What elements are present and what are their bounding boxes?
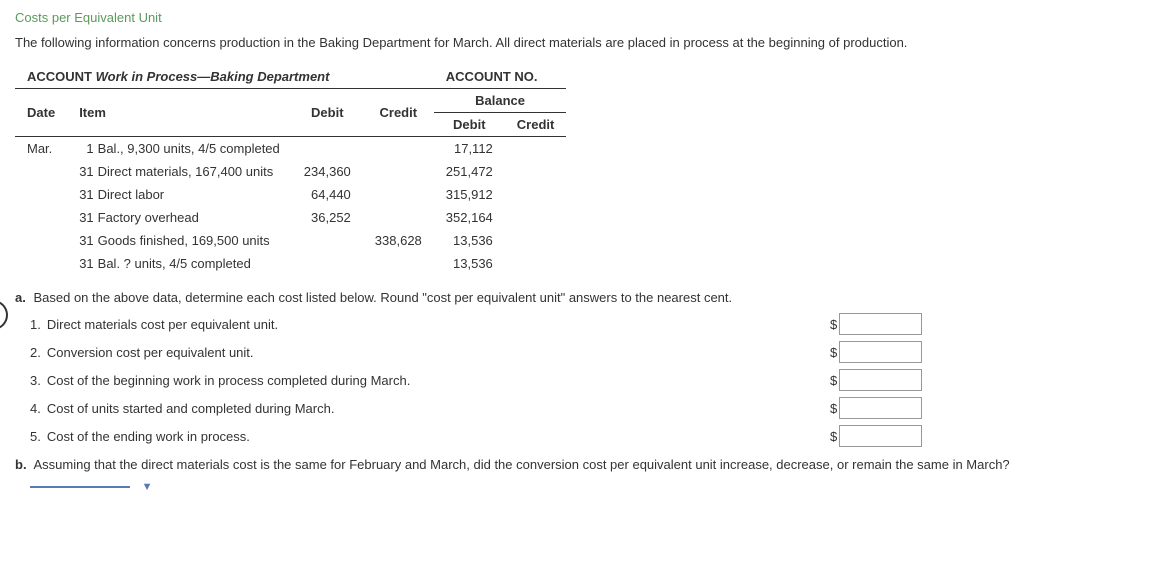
cell-balance-debit: 352,164 — [434, 206, 505, 229]
cell-day: 31 — [67, 183, 97, 206]
table-row: 31Goods finished, 169,500 units 338,62813… — [15, 229, 566, 252]
currency-symbol: $ — [830, 373, 837, 388]
cell-item: Factory overhead — [98, 206, 292, 229]
cell-debit: 234,360 — [292, 160, 363, 183]
cell-item: Direct labor — [98, 183, 292, 206]
table-row: 31Direct materials, 167,400 units234,360… — [15, 160, 566, 183]
cell-debit: 36,252 — [292, 206, 363, 229]
col-date: Date — [15, 89, 67, 137]
cell-balance-debit: 13,536 — [434, 229, 505, 252]
page-title: Costs per Equivalent Unit — [15, 10, 1146, 25]
cell-credit — [363, 252, 434, 275]
sub-question-row: 1.Direct materials cost per equivalent u… — [15, 313, 1146, 335]
question-b-bullet: b. — [15, 457, 27, 472]
sub-question-row: 3.Cost of the beginning work in process … — [15, 369, 1146, 391]
col-item: Item — [67, 89, 292, 137]
sub-question-row: 4.Cost of units started and completed du… — [15, 397, 1146, 419]
dropdown-line — [30, 486, 130, 488]
cell-item: Goods finished, 169,500 units — [98, 229, 292, 252]
sub-question-label: 5.Cost of the ending work in process. — [15, 429, 830, 444]
cell-balance-credit — [505, 160, 567, 183]
cell-day: 31 — [67, 160, 97, 183]
cell-balance-debit: 13,536 — [434, 252, 505, 275]
cell-debit: 64,440 — [292, 183, 363, 206]
cell-month — [15, 160, 67, 183]
chevron-down-icon: ▼ — [142, 481, 153, 493]
table-row: 31Direct labor64,440 315,912 — [15, 183, 566, 206]
sub-question-row: 2.Conversion cost per equivalent unit.$ — [15, 341, 1146, 363]
answer-input[interactable] — [839, 313, 922, 335]
question-a-bullet: a. — [15, 290, 26, 305]
cell-credit — [363, 183, 434, 206]
side-arc-marker — [0, 300, 8, 330]
cell-balance-credit — [505, 252, 567, 275]
table-row: 31Factory overhead36,252 352,164 — [15, 206, 566, 229]
account-label: ACCOUNT — [27, 69, 92, 84]
cell-balance-credit — [505, 183, 567, 206]
cell-day: 31 — [67, 229, 97, 252]
answer-input[interactable] — [839, 341, 922, 363]
answer-input[interactable] — [839, 397, 922, 419]
question-a: a. Based on the above data, determine ea… — [15, 290, 1146, 305]
question-a-text: Based on the above data, determine each … — [33, 290, 732, 305]
cell-month — [15, 206, 67, 229]
col-debit: Debit — [292, 89, 363, 137]
cell-balance-credit — [505, 137, 567, 161]
cell-month — [15, 183, 67, 206]
sub-question-label: 1.Direct materials cost per equivalent u… — [15, 317, 830, 332]
cell-day: 1 — [67, 137, 97, 161]
currency-symbol: $ — [830, 401, 837, 416]
cell-credit — [363, 206, 434, 229]
cell-debit — [292, 252, 363, 275]
answer-input[interactable] — [839, 425, 922, 447]
cell-credit — [363, 137, 434, 161]
cell-day: 31 — [67, 252, 97, 275]
question-b-text: Assuming that the direct materials cost … — [33, 457, 1009, 472]
ledger-table: ACCOUNT Work in Process—Baking Departmen… — [15, 65, 566, 275]
currency-symbol: $ — [830, 317, 837, 332]
cell-balance-debit: 315,912 — [434, 183, 505, 206]
sub-question-label: 2.Conversion cost per equivalent unit. — [15, 345, 830, 360]
col-balance-credit: Credit — [505, 113, 567, 137]
dropdown-answer[interactable]: ▼ — [30, 478, 153, 493]
currency-symbol: $ — [830, 345, 837, 360]
cell-item: Direct materials, 167,400 units — [98, 160, 292, 183]
currency-symbol: $ — [830, 429, 837, 444]
sub-question-row: 5.Cost of the ending work in process.$ — [15, 425, 1146, 447]
cell-month — [15, 252, 67, 275]
col-balance: Balance — [434, 89, 567, 113]
col-credit: Credit — [363, 89, 434, 137]
col-balance-debit: Debit — [434, 113, 505, 137]
cell-month — [15, 229, 67, 252]
sub-question-label: 4.Cost of units started and completed du… — [15, 401, 830, 416]
table-row: 31Bal. ? units, 4/5 completed 13,536 — [15, 252, 566, 275]
question-b: b. Assuming that the direct materials co… — [15, 457, 1146, 472]
answer-input[interactable] — [839, 369, 922, 391]
cell-balance-credit — [505, 206, 567, 229]
cell-debit — [292, 137, 363, 161]
account-name: Work in Process—Baking Department — [96, 69, 330, 84]
cell-item: Bal., 9,300 units, 4/5 completed — [98, 137, 292, 161]
sub-question-label: 3.Cost of the beginning work in process … — [15, 373, 830, 388]
cell-month: Mar. — [15, 137, 67, 161]
cell-balance-debit: 17,112 — [434, 137, 505, 161]
cell-credit: 338,628 — [363, 229, 434, 252]
cell-item: Bal. ? units, 4/5 completed — [98, 252, 292, 275]
intro-text: The following information concerns produ… — [15, 35, 1146, 50]
account-no-label: ACCOUNT NO. — [446, 69, 538, 84]
table-row: Mar.1Bal., 9,300 units, 4/5 completed 17,… — [15, 137, 566, 161]
cell-balance-debit: 251,472 — [434, 160, 505, 183]
cell-credit — [363, 160, 434, 183]
cell-balance-credit — [505, 229, 567, 252]
cell-debit — [292, 229, 363, 252]
cell-day: 31 — [67, 206, 97, 229]
